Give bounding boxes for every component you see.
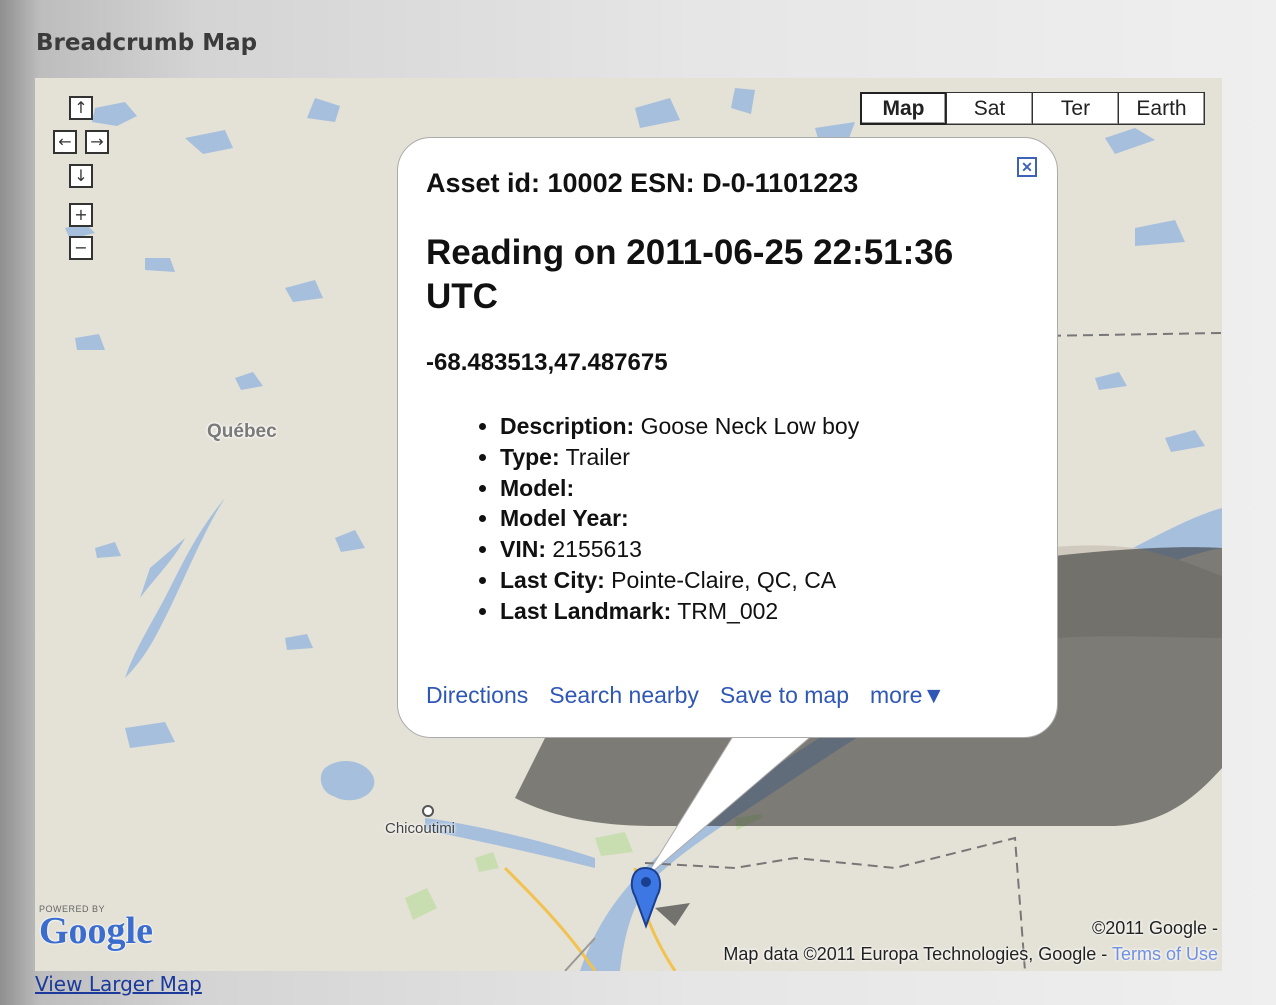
- detail-label: Last Landmark:: [500, 597, 672, 624]
- detail-label: Model:: [500, 474, 575, 501]
- list-item: Type: Trailer: [500, 442, 1029, 473]
- list-item: Last Landmark: TRM_002: [500, 596, 1029, 627]
- detail-value: 2155613: [546, 536, 642, 563]
- page-title: Breadcrumb Map: [36, 30, 258, 56]
- list-item: Description: Goose Neck Low boy: [500, 411, 1029, 442]
- detail-label: Type:: [500, 443, 560, 470]
- info-window-links: Directions Search nearby Save to map mor…: [426, 682, 966, 709]
- chicoutimi-dot: [422, 805, 434, 817]
- search-nearby-link[interactable]: Search nearby: [549, 682, 699, 709]
- save-to-map-link[interactable]: Save to map: [720, 682, 849, 709]
- reading-heading: Reading on 2011-06-25 22:51:36 UTC: [426, 233, 954, 316]
- zoom-in-icon[interactable]: +: [69, 203, 93, 227]
- map-type-map-button[interactable]: Map: [860, 92, 947, 125]
- map-attribution: Map data ©2011 Europa Technologies, Goog…: [723, 944, 1218, 965]
- google-logo[interactable]: POWERED BY Google: [39, 904, 153, 952]
- copyright-text: ©2011 Google -: [1091, 918, 1218, 938]
- map-type-sat-button[interactable]: Sat: [946, 92, 1033, 125]
- detail-label: Model Year:: [500, 505, 629, 532]
- detail-label: VIN:: [500, 536, 546, 563]
- detail-value: Pointe-Claire, QC, CA: [604, 566, 837, 593]
- list-item: Last City: Pointe-Claire, QC, CA: [500, 565, 1029, 596]
- zoom-out-icon[interactable]: −: [69, 236, 93, 260]
- info-window: ✕ Asset id: 10002 ESN: D-0-1101223 Readi…: [397, 137, 1058, 738]
- google-wordmark: Google: [39, 910, 153, 952]
- detail-value: Trailer: [559, 443, 630, 470]
- directions-link[interactable]: Directions: [426, 682, 528, 709]
- asset-details-list: Description: Goose Neck Low boy Type: Tr…: [426, 411, 1029, 627]
- close-icon[interactable]: ✕: [1017, 157, 1037, 177]
- more-link[interactable]: more▼: [870, 682, 945, 709]
- list-item: Model:: [500, 473, 1029, 504]
- coordinates: -68.483513,47.487675: [426, 349, 668, 376]
- map-type-earth-button[interactable]: Earth: [1118, 92, 1205, 125]
- map-type-ter-button[interactable]: Ter: [1032, 92, 1119, 125]
- map-viewport[interactable]: Québec Chicoutimi ↑ ← → ↓ + − Map Sat Te…: [35, 78, 1222, 971]
- detail-label: Description:: [500, 413, 635, 439]
- detail-value: TRM_002: [671, 597, 779, 624]
- map-type-control: Map Sat Ter Earth: [860, 92, 1205, 125]
- list-item: Model Year:: [500, 503, 1029, 534]
- detail-label: Last City:: [500, 566, 605, 593]
- pan-right-icon[interactable]: →: [85, 130, 109, 154]
- list-item: VIN: 2155613: [500, 534, 1029, 565]
- pan-left-icon[interactable]: ←: [53, 130, 77, 154]
- detail-value: Goose Neck Low boy: [634, 413, 860, 439]
- view-larger-map-link[interactable]: View Larger Map: [35, 972, 202, 996]
- terms-of-use-link[interactable]: Terms of Use: [1112, 944, 1218, 964]
- pan-down-icon[interactable]: ↓: [69, 164, 93, 188]
- asset-heading: Asset id: 10002 ESN: D-0-1101223: [426, 168, 859, 198]
- pan-up-icon[interactable]: ↑: [69, 96, 93, 120]
- attribution-text: Map data ©2011 Europa Technologies, Goog…: [723, 944, 1108, 964]
- place-label-chicoutimi: Chicoutimi: [385, 820, 456, 837]
- place-label-quebec: Québec: [207, 421, 277, 442]
